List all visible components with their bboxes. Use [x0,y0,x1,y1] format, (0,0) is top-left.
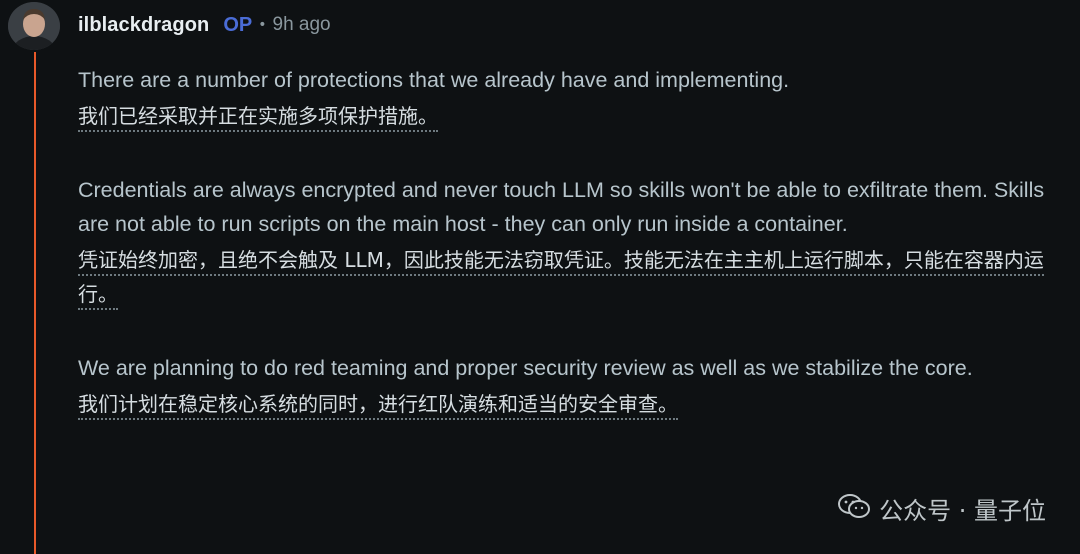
paragraph: Credentials are always encrypted and nev… [78,173,1063,311]
paragraph-english: Credentials are always encrypted and nev… [78,178,1045,236]
watermark-text: 公众号 · 量子位 [879,497,1046,525]
paragraph-english: There are a number of protections that w… [78,68,790,92]
paragraph: We are planning to do red teaming and pr… [78,351,1063,421]
translation-text: 凭证始终加密，且绝不会触及 LLM，因此技能无法窃取凭证。技能无法在主主机上运行… [78,248,1044,310]
meta-separator: • [258,17,267,33]
paragraph-translation: 我们计划在稳定核心系统的同时，进行红队演练和适当的安全审查。 [78,387,1063,421]
paragraph: There are a number of protections that w… [78,63,1063,133]
translation-text: 我们已经采取并正在实施多项保护措施。 [78,104,438,132]
timestamp[interactable]: 9h ago [273,14,331,36]
comment-header: ilblackdragon OP • 9h ago [78,8,331,42]
watermark: 公众号 · 量子位 [837,491,1046,526]
wechat-icon [837,492,871,526]
comment-body: There are a number of protections that w… [78,63,1063,461]
author-username[interactable]: ilblackdragon [78,14,209,37]
comment-view: ilblackdragon OP • 9h ago There are a nu… [0,0,1080,554]
translation-text: 我们计划在稳定核心系统的同时，进行红队演练和适当的安全审查。 [78,392,678,420]
avatar[interactable] [8,2,60,50]
op-badge: OP [223,13,253,36]
paragraph-translation: 我们已经采取并正在实施多项保护措施。 [78,99,1063,133]
paragraph-translation: 凭证始终加密，且绝不会触及 LLM，因此技能无法窃取凭证。技能无法在主主机上运行… [78,243,1063,311]
paragraph-english: We are planning to do red teaming and pr… [78,356,973,380]
thread-line[interactable] [34,52,36,554]
user-avatar-icon [8,2,60,50]
